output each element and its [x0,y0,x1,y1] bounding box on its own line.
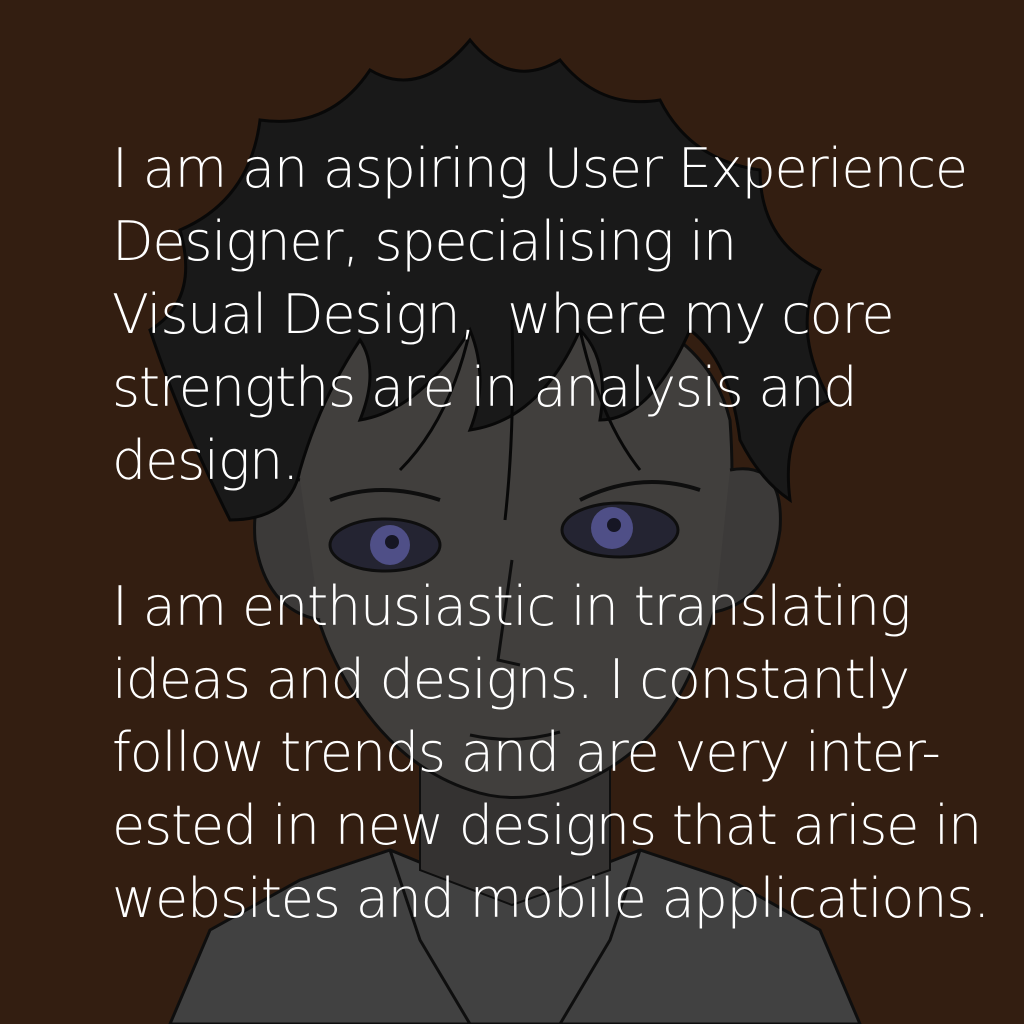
about-me-card: I am an aspiring User Experience Designe… [0,0,1024,1024]
bio-line: I am an aspiring User Experience [112,137,968,200]
bio-line: design. [112,429,299,492]
bio-line: websites and mobile applications. [112,867,990,930]
bio-line: strengths are in analysis and [112,356,858,419]
bio-line: ested in new designs that arise in [112,794,982,857]
bio-line: I am enthusiastic in translating [112,575,911,638]
bio-line: Visual Design, where my core [112,283,895,346]
bio-paragraph-1: I am an aspiring User Experience Designe… [112,132,992,497]
bio-line: Designer, specialising in [112,210,737,273]
bio-paragraph-2: I am enthusiastic in translating ideas a… [112,570,992,935]
bio-text: I am an aspiring User Experience Designe… [112,132,992,935]
bio-line: ideas and designs. I constantly [112,648,910,711]
bio-line: follow trends and are very inter- [112,721,941,784]
